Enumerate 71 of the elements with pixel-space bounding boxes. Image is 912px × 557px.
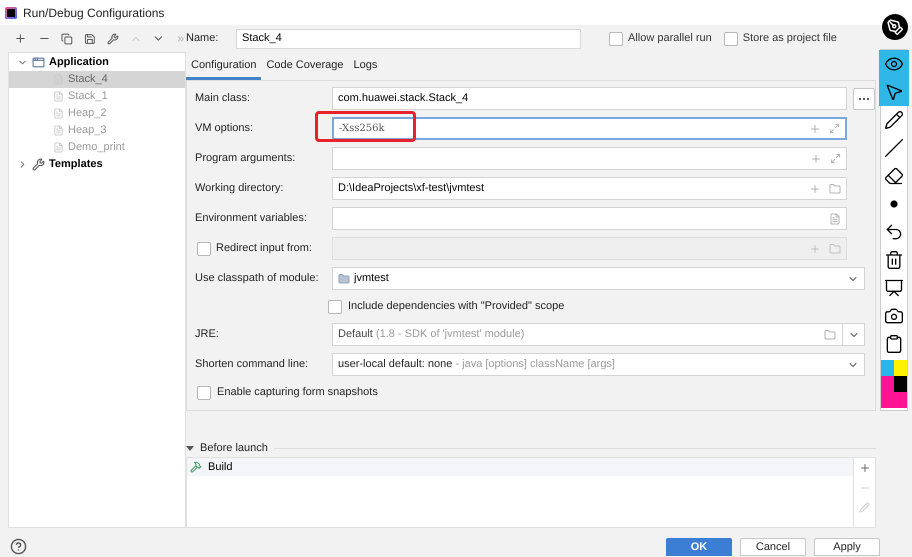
checkbox[interactable] — [197, 242, 211, 256]
tab[interactable]: Logs — [348, 54, 382, 80]
dropdown-value: Default (1.8 - SDK of 'jvmtest' module) — [338, 327, 524, 342]
config-icon — [53, 91, 64, 102]
line-icon[interactable] — [884, 138, 904, 158]
checkbox[interactable] — [609, 32, 623, 46]
checkbox[interactable] — [197, 386, 211, 400]
add-icon[interactable] — [858, 462, 870, 474]
checkbox-label: Include dependencies with "Provided" scope — [348, 299, 564, 314]
dialog-button[interactable]: Apply — [814, 538, 880, 556]
field-label: Program arguments: — [195, 151, 296, 166]
pen-tip-icon[interactable] — [882, 14, 908, 40]
module-dropdown[interactable]: jvmtest — [332, 267, 865, 290]
module-icon — [338, 272, 350, 284]
checkbox-label: Redirect input from: — [216, 241, 312, 256]
field-label: Use classpath of module: — [195, 271, 320, 286]
section-title: Before launch — [200, 440, 268, 456]
add-icon — [809, 242, 821, 254]
dialog-button[interactable]: Cancel — [740, 538, 806, 556]
wrench-icon[interactable] — [106, 32, 119, 44]
text-field[interactable]: com.huawei.stack.Stack_4 — [332, 87, 847, 110]
checkbox[interactable] — [328, 300, 342, 314]
folder-icon — [829, 242, 841, 254]
tab[interactable]: Configuration — [186, 54, 262, 80]
task-item[interactable]: Build — [187, 458, 853, 476]
camera-icon[interactable] — [884, 306, 904, 326]
field-label: Environment variables: — [195, 211, 308, 226]
pointer-icon[interactable] — [884, 82, 904, 102]
hammer-icon — [190, 461, 202, 473]
tree-item[interactable]: Application — [49, 54, 109, 71]
copy-icon[interactable] — [61, 32, 74, 44]
field-label: JRE: — [195, 327, 220, 342]
board-icon[interactable] — [884, 278, 904, 298]
app-logo-icon — [5, 6, 17, 18]
field-label: Working directory: — [195, 181, 284, 196]
tree-item[interactable]: Stack_4 — [9, 71, 185, 88]
pencil-icon[interactable] — [884, 110, 904, 130]
field-label: Main class: — [195, 91, 252, 106]
shorten-dropdown[interactable]: user-local default: none - java [options] className [args] — [332, 353, 865, 376]
text-field[interactable] — [332, 207, 847, 230]
field-label: Shorten command line: — [195, 357, 310, 372]
dot-icon[interactable] — [890, 200, 898, 208]
config-icon — [53, 142, 64, 153]
wrench-icon — [32, 158, 45, 171]
config-icon — [53, 108, 64, 119]
dropdown-value: user-local default: none - java [options] className [args] — [338, 357, 615, 372]
checkbox-label: Enable capturing form snapshots — [217, 385, 378, 400]
eraser-icon[interactable] — [884, 166, 904, 186]
help-icon[interactable] — [10, 538, 27, 555]
tree-item[interactable]: Templates — [49, 156, 103, 173]
trash-icon[interactable] — [884, 250, 904, 270]
dialog-button[interactable]: OK — [666, 538, 732, 556]
clipboard-icon[interactable] — [884, 334, 904, 354]
name-field[interactable]: Stack_4 — [236, 28, 581, 48]
config-icon — [53, 125, 64, 136]
tab[interactable]: Code Coverage — [261, 54, 348, 80]
save-icon[interactable] — [84, 32, 96, 44]
checkbox-label: Store as project file — [742, 31, 837, 46]
field-label: Name: — [186, 31, 220, 46]
window-title: Run/Debug Configurations — [23, 4, 164, 22]
application-icon — [32, 56, 45, 69]
collapse-icon[interactable] — [186, 446, 194, 450]
dropdown-value: jvmtest — [354, 271, 389, 286]
add-icon[interactable] — [14, 32, 27, 45]
checkbox[interactable] — [724, 32, 738, 46]
field-label: VM options: — [195, 121, 254, 136]
jre-dropdown[interactable]: Default (1.8 - SDK of 'jvmtest' module) — [332, 323, 865, 346]
checkbox-label: Allow parallel run — [628, 31, 712, 46]
undo-icon[interactable] — [884, 222, 904, 242]
browse-button[interactable] — [853, 88, 875, 110]
color-palette-icon[interactable] — [881, 360, 907, 408]
